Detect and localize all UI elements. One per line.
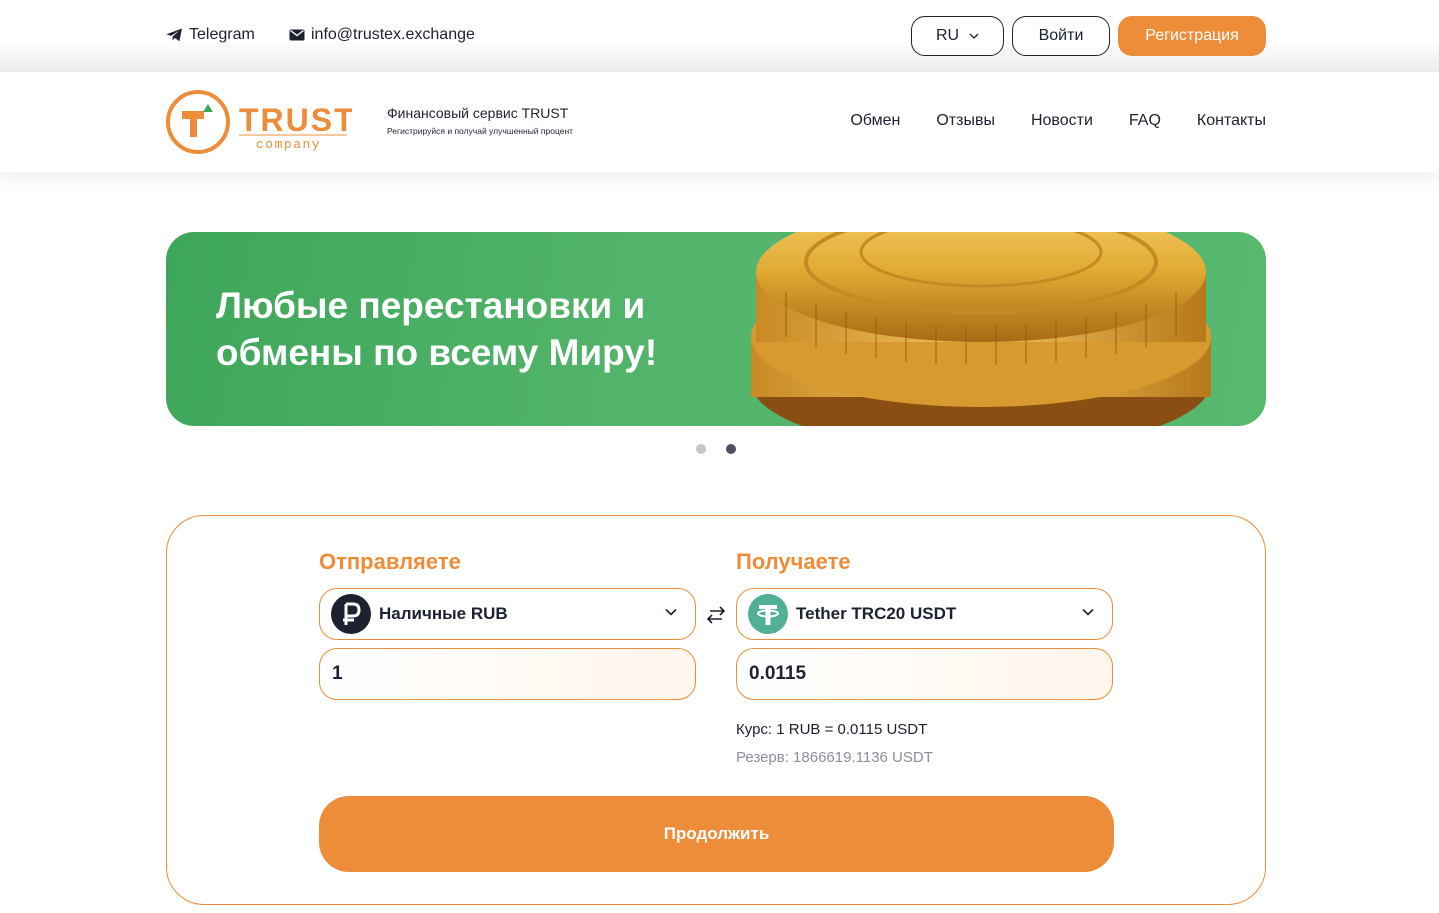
swap-icon[interactable] [704, 604, 728, 626]
carousel-dot-2[interactable] [726, 444, 736, 454]
register-button[interactable]: Регистрация [1118, 16, 1266, 56]
nav-item-reviews[interactable]: Отзывы [936, 112, 995, 130]
login-button[interactable]: Войти [1012, 16, 1110, 56]
telegram-icon [166, 28, 182, 42]
reserve-amount: Резерв: 1866619.1136 USDT [736, 749, 933, 766]
continue-button[interactable]: Продолжить [319, 796, 1114, 872]
receive-amount-input[interactable] [736, 648, 1113, 700]
register-label: Регистрация [1145, 27, 1239, 44]
carousel-dot-1[interactable] [696, 444, 706, 454]
logo-sub: company [256, 137, 321, 152]
receive-label: Получаете [736, 549, 851, 574]
main-nav: Обмен Отзывы Новости FAQ Контакты [814, 112, 1266, 130]
continue-label: Продолжить [663, 824, 770, 843]
tether-icon [748, 594, 788, 634]
receive-currency-select[interactable]: Tether TRC20 USDT [736, 588, 1113, 640]
banner-title: Любые перестановки и обмены по всему Мир… [216, 285, 658, 373]
nav-item-exchange[interactable]: Обмен [850, 112, 900, 130]
promo-banner[interactable]: Любые перестановки и обмены по всему Мир… [166, 232, 1266, 426]
send-currency-name: Наличные RUB [379, 604, 508, 623]
ruble-icon [331, 594, 371, 634]
chevron-down-icon [969, 33, 979, 39]
chevron-down-icon [665, 608, 677, 616]
carousel-dots [696, 444, 756, 454]
language-selector[interactable]: RU [911, 16, 1004, 56]
chevron-down-icon [1082, 608, 1094, 616]
telegram-label: Telegram [189, 26, 255, 43]
language-label: RU [935, 27, 960, 44]
exchange-form: Отправляете Наличные RUB Получаете Tethe… [166, 515, 1266, 905]
nav-item-contacts[interactable]: Контакты [1197, 112, 1266, 130]
email-link[interactable]: info@trustex.exchange [289, 26, 475, 44]
tagline-subtitle: Регистрируйся и получай улучшенный проце… [387, 126, 574, 136]
logo[interactable]: TRUST company [166, 89, 354, 155]
send-currency-select[interactable]: Наличные RUB [319, 588, 696, 640]
tagline-title: Финансовый сервис TRUST [387, 105, 569, 121]
receive-currency-name: Tether TRC20 USDT [796, 604, 957, 623]
tagline: Финансовый сервис TRUST Регистрируйся и … [387, 105, 573, 136]
login-label: Войти [1038, 27, 1084, 44]
email-label: info@trustex.exchange [311, 26, 475, 43]
logo-word: TRUST [239, 102, 352, 138]
send-amount-input[interactable] [319, 648, 696, 700]
nav-item-news[interactable]: Новости [1031, 112, 1093, 130]
top-bar: Telegram info@trustex.exchange RU Войти … [0, 0, 1439, 72]
send-label: Отправляете [319, 549, 461, 574]
mail-icon [289, 29, 305, 41]
telegram-link[interactable]: Telegram [166, 26, 255, 44]
exchange-rate: Курс: 1 RUB = 0.0115 USDT [736, 721, 928, 738]
gold-coins-image [751, 232, 1211, 426]
nav-item-faq[interactable]: FAQ [1129, 112, 1161, 130]
site-header: TRUST company Финансовый сервис TRUST Ре… [0, 72, 1439, 172]
